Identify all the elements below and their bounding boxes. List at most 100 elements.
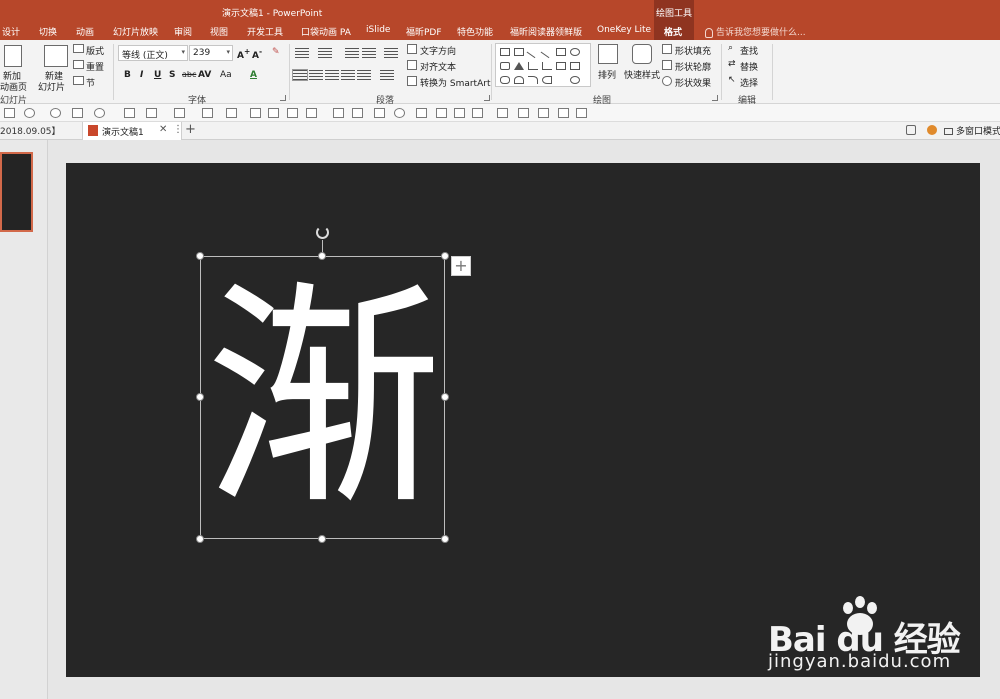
table-icon[interactable] xyxy=(250,108,261,118)
resize-handle-right[interactable] xyxy=(441,393,449,401)
convert-smartart-button[interactable]: 转换为 SmartArt xyxy=(420,76,490,89)
character-spacing-button[interactable]: AV xyxy=(198,70,211,80)
slide-text[interactable]: 渐 xyxy=(205,266,441,534)
triangle-shape-icon[interactable] xyxy=(514,62,524,70)
redo-icon[interactable] xyxy=(50,108,61,118)
highlight-icon[interactable] xyxy=(226,108,237,118)
grow-font-icon[interactable]: A+ xyxy=(237,47,250,61)
tab-features[interactable]: 特色功能 xyxy=(457,25,493,38)
image-icon[interactable] xyxy=(454,108,465,118)
new-slide-icon[interactable] xyxy=(44,45,68,67)
rounded-rect-shape-icon[interactable] xyxy=(500,62,510,70)
tab-islide[interactable]: iSlide xyxy=(366,25,390,35)
quick-styles-button[interactable]: 快速样式 xyxy=(624,68,660,81)
line-spacing-icon[interactable] xyxy=(384,48,398,58)
dialog-launcher-icon[interactable] xyxy=(712,95,718,101)
section-button[interactable]: 节 xyxy=(86,76,95,89)
columns-icon[interactable] xyxy=(380,70,394,80)
shapes-gallery[interactable] xyxy=(495,43,591,87)
close-icon[interactable]: ✕ xyxy=(159,124,167,135)
brace-left-icon[interactable] xyxy=(556,76,566,84)
tab-review[interactable]: 审阅 xyxy=(174,25,192,38)
crop-icon[interactable] xyxy=(472,108,483,118)
dialog-launcher-icon[interactable] xyxy=(280,95,286,101)
textbox-shape-icon[interactable] xyxy=(500,48,510,56)
multi-window-button[interactable]: 多窗口模式 xyxy=(944,124,1000,137)
italic-button[interactable]: I xyxy=(140,70,143,80)
magic-icon[interactable] xyxy=(518,108,529,118)
tab-slideshow[interactable]: 幻灯片放映 xyxy=(113,25,158,38)
bold-button[interactable]: B xyxy=(124,70,131,80)
justify-icon[interactable] xyxy=(341,70,355,80)
rectangle-shape-icon[interactable] xyxy=(556,48,566,56)
line-shape-icon[interactable] xyxy=(526,45,540,59)
arrange-button[interactable]: 排列 xyxy=(598,68,616,81)
reset-icon[interactable] xyxy=(73,60,84,69)
tab-animations[interactable]: 动画 xyxy=(76,25,94,38)
shadow-button[interactable]: S xyxy=(169,70,175,80)
layout-button[interactable]: 版式 xyxy=(86,44,104,57)
oval-shape-icon[interactable] xyxy=(570,48,580,56)
tab-developer[interactable]: 开发工具 xyxy=(247,25,283,38)
shrink-font-icon[interactable]: A- xyxy=(252,47,262,61)
tell-me-search[interactable]: 告诉我您想要做什么... xyxy=(705,25,806,38)
group-icon[interactable] xyxy=(374,108,385,118)
smartart-icon[interactable] xyxy=(407,76,417,86)
quick-styles-icon[interactable] xyxy=(632,44,652,64)
font-size-select[interactable]: 239 ▾ xyxy=(189,45,233,61)
resize-handle-top-left[interactable] xyxy=(196,252,204,260)
shape-fill-button[interactable]: 形状填充 xyxy=(675,44,711,57)
curve-shape-icon[interactable] xyxy=(528,76,538,84)
replace-button[interactable]: 替换 xyxy=(740,60,758,73)
undo-icon[interactable] xyxy=(24,108,35,118)
right-arrow-shape-icon[interactable] xyxy=(556,62,566,70)
curve-arrow-icon[interactable] xyxy=(542,76,552,84)
text-direction-icon[interactable] xyxy=(407,44,417,54)
change-case-button[interactable]: Aa xyxy=(220,70,232,80)
expand-icon[interactable] xyxy=(576,108,587,118)
strikethrough-button[interactable]: abc xyxy=(182,70,196,79)
more-icon[interactable]: ⋮ xyxy=(173,124,183,135)
elbow-connector-icon[interactable] xyxy=(528,62,538,70)
text-color-icon[interactable] xyxy=(202,108,213,118)
new-slide-label-2[interactable]: 幻灯片 xyxy=(38,80,65,93)
rotate-handle-icon[interactable] xyxy=(316,226,329,239)
align-text-button[interactable]: 对齐文本 xyxy=(420,60,456,73)
align-text-icon[interactable] xyxy=(407,60,417,70)
smiley-shape-icon[interactable] xyxy=(570,76,580,84)
shape-icon[interactable] xyxy=(146,108,157,118)
resize-handle-bottom-left[interactable] xyxy=(196,535,204,543)
underline-button[interactable]: U xyxy=(154,70,161,80)
paint-brush-icon[interactable] xyxy=(124,108,135,118)
shape-more-icon[interactable] xyxy=(570,62,580,70)
slide-thumbnail-1[interactable] xyxy=(0,152,33,232)
tab-foxit-pdf[interactable]: 福昕PDF xyxy=(406,25,442,38)
resize-icon[interactable] xyxy=(538,108,549,118)
clear-format-icon[interactable]: ✎ xyxy=(272,47,280,57)
arrow-shape-icon[interactable] xyxy=(540,45,554,59)
section-icon[interactable] xyxy=(73,76,84,85)
stack-icon[interactable] xyxy=(558,108,569,118)
resize-handle-top-right[interactable] xyxy=(441,252,449,260)
resize-handle-bottom[interactable] xyxy=(318,535,326,543)
numbering-icon[interactable] xyxy=(318,48,332,58)
layout-icon[interactable] xyxy=(73,44,84,53)
resize-handle-left[interactable] xyxy=(196,393,204,401)
toolbar-icon[interactable] xyxy=(4,108,15,118)
cursor-icon[interactable]: ↖ xyxy=(728,75,736,85)
bullets-icon[interactable] xyxy=(295,48,309,58)
tab-format[interactable]: 格式 xyxy=(664,25,682,38)
doc-tab-previous[interactable]: 2018.09.05】 xyxy=(0,124,61,137)
increase-indent-icon[interactable] xyxy=(362,48,376,58)
tab-design[interactable]: 设计 xyxy=(2,25,20,38)
new-animation-label-2[interactable]: 动画页 xyxy=(0,80,27,93)
pen-outline-icon[interactable] xyxy=(662,60,672,70)
pin-icon[interactable] xyxy=(906,125,916,135)
outline-color-icon[interactable] xyxy=(174,108,185,118)
copy-icon[interactable] xyxy=(287,108,298,118)
arrange-icon[interactable] xyxy=(598,44,618,64)
search-icon[interactable]: ⌕ xyxy=(728,43,733,53)
new-tab-button[interactable]: + xyxy=(185,122,196,137)
vertical-textbox-shape-icon[interactable] xyxy=(514,48,524,56)
font-name-select[interactable]: 等线 (正文) ▾ xyxy=(118,45,188,61)
